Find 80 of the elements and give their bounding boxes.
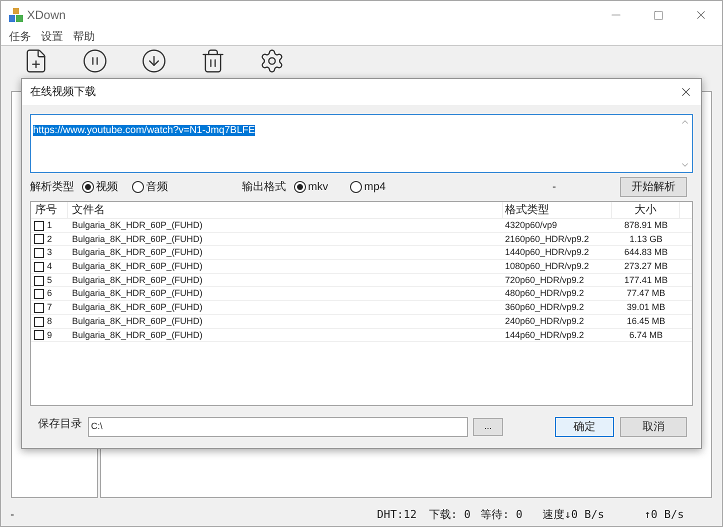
cancel-button[interactable]: 取消 xyxy=(620,417,687,437)
size-cell-text: 177.41 MB xyxy=(623,274,669,287)
menu-item[interactable]: 帮助 xyxy=(73,28,95,46)
format-cell-text: 1080p60_HDR/vp9.2 xyxy=(504,260,590,274)
size-cell-text: 16.45 MB xyxy=(626,314,666,328)
column-header[interactable]: 序号 xyxy=(31,202,68,218)
row-number: 6 xyxy=(47,287,52,300)
output-format-radio[interactable]: mp4 xyxy=(350,178,386,196)
output-format-radio[interactable]: mkv xyxy=(294,178,328,196)
row-number: 8 xyxy=(47,314,52,328)
pause-icon[interactable] xyxy=(82,48,108,74)
row-checkbox[interactable] xyxy=(34,276,44,286)
file-name-cell-text: Bulgaria_8K_HDR_60P_(FUHD) xyxy=(71,301,204,314)
row-number: 4 xyxy=(47,260,52,274)
maximize-icon[interactable] xyxy=(653,10,664,20)
waiting-count: 等待: 0 xyxy=(480,506,522,523)
file-name-cell-text: Bulgaria_8K_HDR_60P_(FUHD) xyxy=(71,314,204,328)
row-number: 2 xyxy=(47,232,52,246)
format-cell-text: 4320p60/vp9 xyxy=(504,219,558,232)
size-cell-text: 273.27 MB xyxy=(623,260,669,274)
file-name-cell-text: Bulgaria_8K_HDR_60P_(FUHD) xyxy=(71,260,204,274)
file-name-cell-text: Bulgaria_8K_HDR_60P_(FUHD) xyxy=(71,219,204,232)
size-cell-text: 39.01 MB xyxy=(626,301,666,314)
format-cell-text: 360p60_HDR/vp9.2 xyxy=(504,301,586,314)
size-cell-text: 878.91 MB xyxy=(623,219,669,232)
parse-status: - xyxy=(552,180,556,195)
row-checkbox[interactable] xyxy=(34,316,44,327)
output-format-label: 输出格式 xyxy=(242,180,286,195)
file-name-cell-text: Bulgaria_8K_HDR_60P_(FUHD) xyxy=(71,274,204,287)
row-checkbox[interactable] xyxy=(34,248,44,258)
row-checkbox[interactable] xyxy=(34,234,44,244)
row-checkbox[interactable] xyxy=(34,220,44,231)
size-cell-text: 77.47 MB xyxy=(626,287,666,300)
row-number: 3 xyxy=(47,246,52,260)
size-cell-text: 644.83 MB xyxy=(623,246,669,260)
download-count: 下载: 0 xyxy=(428,506,471,523)
format-cell-text: 240p60_HDR/vp9.2 xyxy=(504,314,586,328)
format-cell-text: 720p60_HDR/vp9.2 xyxy=(504,274,586,287)
column-header[interactable]: 大小 xyxy=(612,202,680,218)
row-number: 9 xyxy=(47,328,52,342)
row-checkbox[interactable] xyxy=(34,262,44,272)
start-parse-button[interactable]: 开始解析 xyxy=(620,177,687,197)
row-number: 1 xyxy=(47,219,52,232)
save-dir-label: 保存目录 xyxy=(38,416,82,432)
browse-button[interactable]: ... xyxy=(473,418,503,436)
save-path-field[interactable]: C:\ xyxy=(88,417,468,437)
column-header[interactable]: 格式类型 xyxy=(503,202,612,218)
size-cell-text: 1.13 GB xyxy=(628,232,664,246)
format-cell-text: 2160p60_HDR/vp9.2 xyxy=(504,232,590,246)
dialog-title: 在线视频下载 xyxy=(30,84,97,100)
parse-type-label: 解析类型 xyxy=(30,180,74,195)
format-cell-text: 144p60_HDR/vp9.2 xyxy=(504,328,586,342)
status-text: - xyxy=(9,506,16,523)
row-number: 5 xyxy=(47,274,52,287)
format-cell-text: 1440p60_HDR/vp9.2 xyxy=(504,246,590,260)
row-checkbox[interactable] xyxy=(34,289,44,300)
app-logo-icon xyxy=(9,8,23,22)
ok-button[interactable]: 确定 xyxy=(555,417,614,437)
format-cell-text: 480p60_HDR/vp9.2 xyxy=(504,287,586,300)
download-speed: 速度↓0 B/s xyxy=(542,506,604,523)
file-name-cell-text: Bulgaria_8K_HDR_60P_(FUHD) xyxy=(71,287,204,300)
row-checkbox[interactable] xyxy=(34,330,44,340)
window-title: XDown xyxy=(27,7,66,24)
row-number: 7 xyxy=(47,301,52,314)
file-name-cell-text: Bulgaria_8K_HDR_60P_(FUHD) xyxy=(71,328,204,342)
column-header[interactable]: 文件名 xyxy=(68,202,503,218)
menu-item[interactable]: 任务 xyxy=(9,28,31,46)
row-checkbox[interactable] xyxy=(34,302,44,313)
upload-speed: ↑0 B/s xyxy=(644,506,684,523)
file-name-cell-text: Bulgaria_8K_HDR_60P_(FUHD) xyxy=(71,246,204,260)
url-text: https://www.youtube.com/watch?v=N1-Jmq7BLFE xyxy=(33,125,256,136)
settings-icon[interactable] xyxy=(259,48,285,74)
size-cell-text: 6.74 MB xyxy=(628,328,664,342)
download-icon[interactable] xyxy=(141,48,167,74)
parse-type-radio[interactable]: 音频 xyxy=(132,178,168,196)
trash-icon[interactable] xyxy=(200,48,226,74)
parse-type-radio[interactable]: 视频 xyxy=(82,178,118,196)
dht-count: DHT:12 xyxy=(377,506,417,523)
file-name-cell-text: Bulgaria_8K_HDR_60P_(FUHD) xyxy=(71,232,204,246)
menu-item[interactable]: 设置 xyxy=(41,28,63,46)
